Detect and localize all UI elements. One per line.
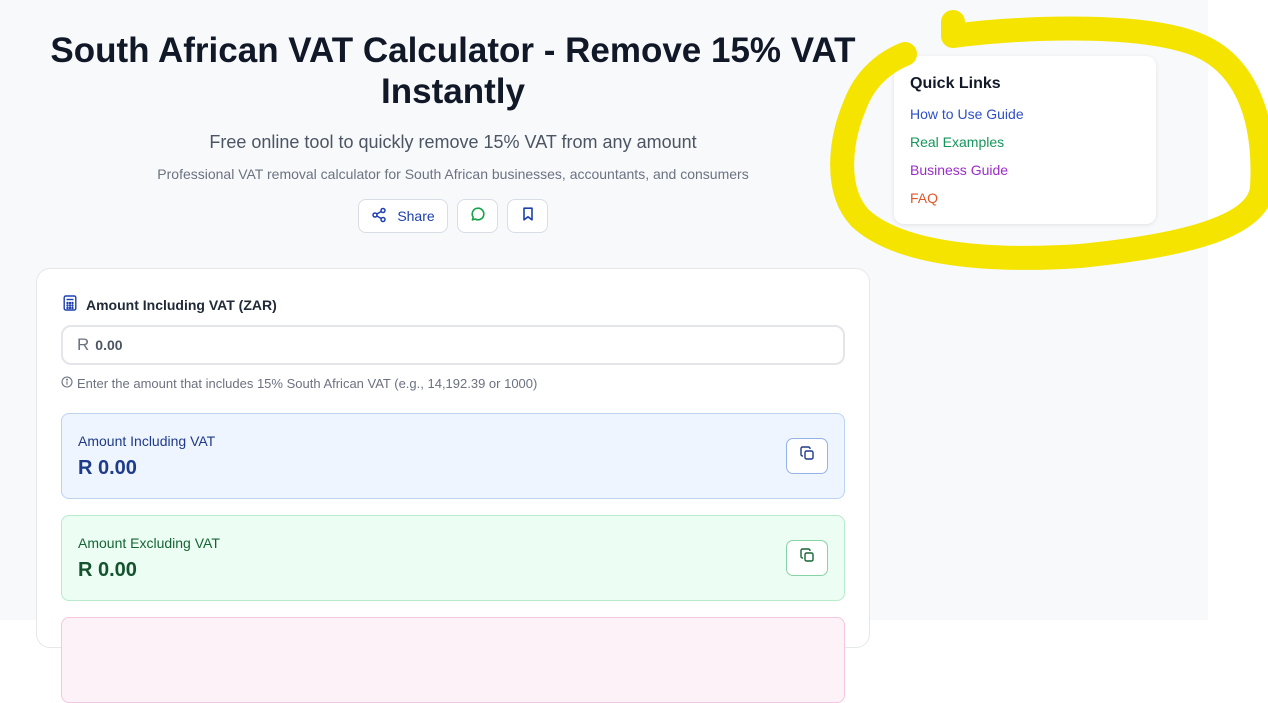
- quick-link-real-examples[interactable]: Real Examples: [910, 134, 1004, 150]
- amount-hint: Enter the amount that includes 15% South…: [61, 376, 537, 391]
- amount-input[interactable]: [93, 336, 698, 354]
- calculator-icon: [63, 295, 77, 314]
- copy-icon: [799, 446, 815, 466]
- quick-link-business-guide[interactable]: Business Guide: [910, 162, 1008, 178]
- amount-hint-text: Enter the amount that includes 15% South…: [77, 376, 538, 391]
- bookmark-button[interactable]: [507, 199, 548, 233]
- amount-including-vat-value: R 0.00: [78, 457, 137, 479]
- page-header: South African VAT Calculator - Remove 15…: [36, 30, 870, 233]
- share-button[interactable]: Share: [358, 199, 448, 233]
- copy-excluding-vat-button[interactable]: [786, 540, 828, 576]
- quick-link-how-to-use[interactable]: How to Use Guide: [910, 106, 1024, 122]
- quick-links-panel: Quick Links How to Use Guide Real Exampl…: [894, 56, 1156, 224]
- whatsapp-button[interactable]: [457, 199, 498, 233]
- share-icon: [371, 207, 387, 226]
- share-button-label: Share: [397, 208, 435, 224]
- vat-amount-panel: [61, 617, 845, 703]
- copy-icon: [799, 548, 815, 568]
- chat-bubble-icon: [470, 206, 486, 227]
- page-title: South African VAT Calculator - Remove 15…: [50, 31, 856, 111]
- bookmark-icon: [520, 206, 536, 227]
- amount-excluding-vat-value: R 0.00: [78, 559, 137, 581]
- amount-excluding-vat-panel: Amount Excluding VAT R 0.00: [61, 515, 845, 601]
- currency-prefix: R: [77, 335, 90, 354]
- copy-including-vat-button[interactable]: [786, 438, 828, 474]
- action-bar: Share: [36, 199, 870, 233]
- amount-including-vat-panel: Amount Including VAT R 0.00: [61, 413, 845, 499]
- amount-field-label: Amount Including VAT (ZAR): [63, 295, 277, 314]
- info-icon: [61, 376, 73, 391]
- quick-link-faq[interactable]: FAQ: [910, 190, 938, 206]
- page-tagline: Professional VAT removal calculator for …: [157, 166, 749, 182]
- page-background: South African VAT Calculator - Remove 15…: [0, 0, 1208, 703]
- amount-input-wrapper[interactable]: R: [61, 325, 845, 365]
- calculator-card: Amount Including VAT (ZAR) R Enter the a…: [36, 268, 870, 703]
- amount-field-label-text: Amount Including VAT (ZAR): [86, 296, 277, 313]
- amount-excluding-vat-label: Amount Excluding VAT: [78, 535, 220, 551]
- quick-links-title: Quick Links: [910, 75, 1001, 92]
- page-subtitle: Free online tool to quickly remove 15% V…: [209, 132, 697, 152]
- amount-including-vat-label: Amount Including VAT: [78, 433, 216, 449]
